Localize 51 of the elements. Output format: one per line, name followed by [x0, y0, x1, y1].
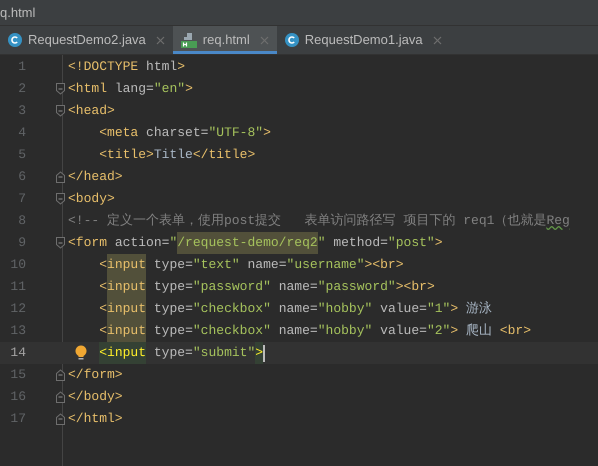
code-line: <meta charset="UTF-8"> — [98, 124, 271, 142]
code-line: <form action="/request-demo/req2" method="post"> — [68, 232, 443, 254]
line-number: 13 — [9, 322, 26, 340]
code-line: <input type="text" name="username"><br> — [68, 254, 404, 276]
code-line: </body> — [68, 388, 123, 406]
code-line: <input type="password" name="password"><br> — [68, 276, 435, 298]
editor-tab[interactable]: RequestDemo1.java — [276, 26, 450, 54]
fold-marker-icon[interactable] — [56, 413, 65, 425]
line-number: 17 — [9, 410, 26, 428]
line-number: 3 — [17, 102, 26, 120]
code-line: <html lang="en"> — [68, 80, 193, 98]
line-number: 5 — [17, 146, 26, 164]
class-file-icon — [284, 33, 299, 47]
line-number: 16 — [9, 388, 26, 406]
line-number: 7 — [17, 190, 26, 208]
fold-marker-icon[interactable] — [56, 105, 65, 117]
fold-marker-icon[interactable] — [56, 83, 65, 95]
code-line: <input type="checkbox" name="hobby" value="2"> 爬山 <br> — [68, 320, 532, 342]
fold-marker-icon[interactable] — [56, 171, 65, 183]
line-number: 4 — [17, 124, 26, 142]
line-number: 1 — [17, 58, 26, 76]
code-line: </html> — [68, 410, 123, 428]
line-number: 15 — [9, 366, 26, 384]
class-file-icon — [8, 33, 22, 47]
line-number: 12 — [9, 300, 26, 318]
code-line: <head> — [68, 102, 115, 120]
html-file-icon — [180, 32, 197, 48]
code-line: </form> — [68, 366, 123, 384]
fold-marker-icon[interactable] — [56, 193, 65, 205]
text-cursor — [263, 344, 266, 362]
code-line: <body> — [68, 190, 115, 208]
fold-marker-icon[interactable] — [56, 369, 65, 381]
code-line: <input type="checkbox" name="hobby" value="1"> 游泳 — [68, 298, 492, 320]
code-line: <input type="submit"> — [68, 342, 266, 364]
lightbulb-icon[interactable] — [75, 345, 87, 361]
code-line: <title>Title</title> — [98, 146, 256, 164]
line-number: 10 — [9, 256, 26, 274]
line-number: 14 — [9, 344, 26, 362]
code-line: <!DOCTYPE html> — [68, 58, 186, 76]
line-number: 6 — [17, 168, 26, 186]
fold-marker-icon[interactable] — [56, 391, 65, 403]
fold-marker-icon[interactable] — [56, 237, 65, 249]
editor-tab[interactable]: req.html — [172, 26, 277, 54]
window-title: q.html — [0, 4, 36, 22]
code-line: <!-- 定义一个表单，使用post提交 表单访问路径写 项目下的 req1（也就是Reg — [68, 212, 570, 230]
line-number: 2 — [17, 80, 26, 98]
line-number: 9 — [17, 234, 26, 252]
editor-tab[interactable]: RequestDemo2.java — [0, 26, 173, 54]
line-number: 8 — [17, 212, 26, 230]
code-line: </head> — [68, 168, 123, 186]
line-number: 11 — [9, 278, 26, 296]
